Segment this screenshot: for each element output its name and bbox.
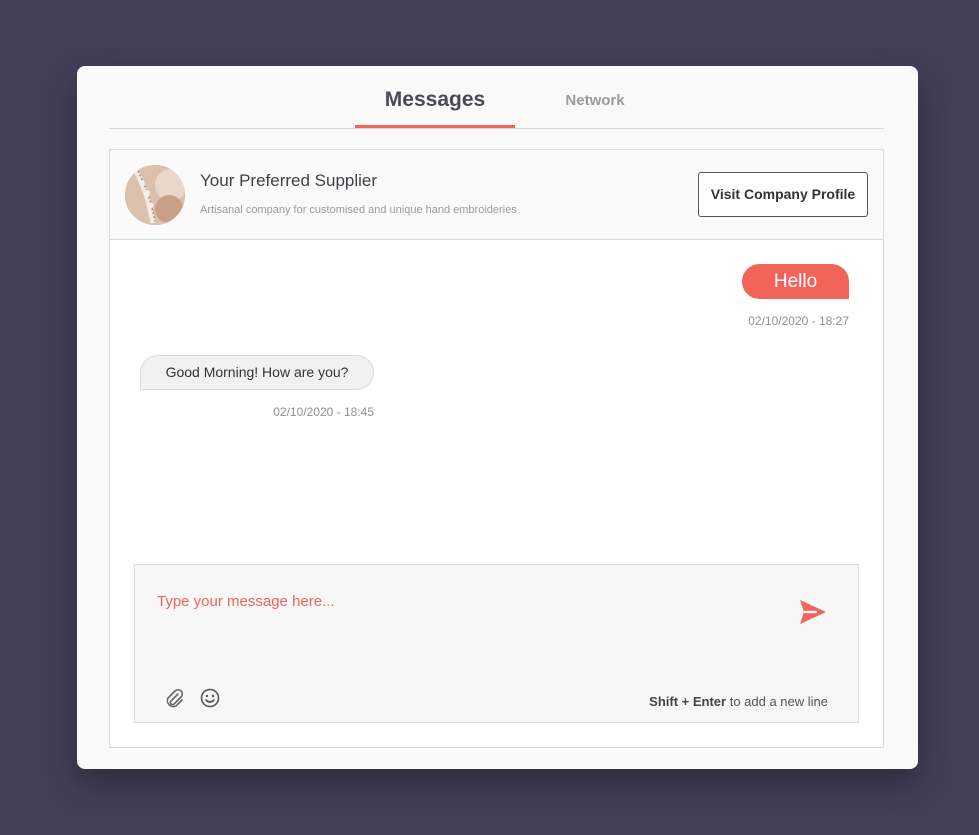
embroidery-image [125, 165, 185, 225]
supplier-name: Your Preferred Supplier [200, 171, 378, 190]
hint-keys: Shift + Enter [649, 694, 727, 709]
tab-bar: Messages Network [109, 66, 884, 129]
received-message-timestamp: 02/10/2020 - 18:45 [273, 405, 374, 419]
attach-file-button[interactable] [163, 687, 185, 709]
new-line-hint: Shift + Enter to add a new line [649, 694, 828, 709]
hint-text: to add a new line [726, 694, 828, 709]
sent-message-bubble: Hello [742, 264, 849, 299]
send-icon [800, 600, 826, 624]
visit-company-profile-button[interactable]: Visit Company Profile [698, 172, 868, 217]
received-message-bubble: Good Morning! How are you? [140, 355, 374, 390]
sent-message-timestamp: 02/10/2020 - 18:27 [748, 314, 849, 328]
smiley-icon [200, 688, 220, 708]
emoji-button[interactable] [199, 687, 221, 709]
tab-network[interactable]: Network [545, 92, 645, 132]
send-button[interactable] [797, 597, 829, 627]
message-input[interactable] [155, 585, 759, 617]
chat-panel: Your Preferred Supplier Artisanal compan… [109, 149, 884, 748]
tab-messages[interactable]: Messages [355, 88, 515, 128]
paperclip-icon [166, 688, 184, 708]
messaging-card: Messages Network Your Preferred Supplier… [77, 66, 918, 769]
supplier-description: Artisanal company for customised and uni… [200, 204, 517, 216]
chat-header: Your Preferred Supplier Artisanal compan… [110, 150, 883, 240]
supplier-avatar[interactable] [125, 165, 185, 225]
message-composer: Shift + Enter to add a new line [134, 564, 859, 723]
